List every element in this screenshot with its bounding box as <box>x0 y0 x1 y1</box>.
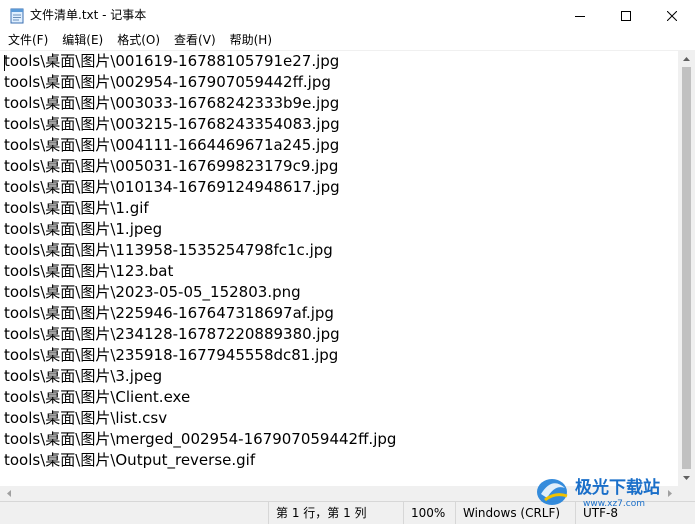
scroll-left-button[interactable] <box>0 486 17 501</box>
text-caret <box>4 55 5 71</box>
text-line: tools\桌面\图片\005031-167699823179c9.jpg <box>4 157 339 175</box>
text-line: tools\桌面\图片\Client.exe <box>4 388 191 406</box>
text-editor[interactable]: tools\桌面\图片\001619-16788105791e27.jpg to… <box>0 50 678 486</box>
text-line: tools\桌面\图片\113958-1535254798fc1c.jpg <box>4 241 333 259</box>
watermark-text: 极光下载站 <box>575 477 660 498</box>
maximize-icon <box>621 10 631 21</box>
vertical-scroll-thumb[interactable] <box>682 67 691 469</box>
text-line: tools\桌面\图片\003033-16768242333b9e.jpg <box>4 94 340 112</box>
text-line: tools\桌面\图片\010134-16769124948617.jpg <box>4 178 340 196</box>
text-line: tools\桌面\图片\235918-1677945558dc81.jpg <box>4 346 339 364</box>
watermark-url: www.xz7.com <box>583 499 645 509</box>
notepad-icon <box>10 8 24 24</box>
scroll-up-button[interactable] <box>678 50 695 67</box>
text-line: tools\桌面\图片\002954-167907059442ff.jpg <box>4 73 331 91</box>
menu-bar: 文件(F) 编辑(E) 格式(O) 查看(V) 帮助(H) <box>0 31 695 50</box>
text-line: tools\桌面\图片\3.jpeg <box>4 367 163 385</box>
close-button[interactable] <box>649 0 695 31</box>
title-bar[interactable]: 文件清单.txt - 记事本 <box>0 0 695 31</box>
text-line: tools\桌面\图片\123.bat <box>4 262 174 280</box>
text-line: tools\桌面\图片\004111-1664469671a245.jpg <box>4 136 340 154</box>
menu-format[interactable]: 格式(O) <box>110 31 167 50</box>
minimize-button[interactable] <box>557 0 603 31</box>
cursor-position: 第 1 行，第 1 列 <box>268 502 403 524</box>
watermark-graphic: 极光下载站 www.xz7.com <box>537 477 660 509</box>
close-icon <box>667 10 677 21</box>
text-line: tools\桌面\图片\225946-167647318697af.jpg <box>4 304 334 322</box>
text-line: tools\桌面\图片\1.gif <box>4 199 149 217</box>
menu-help[interactable]: 帮助(H) <box>223 31 279 50</box>
menu-edit[interactable]: 编辑(E) <box>55 31 110 50</box>
menu-view[interactable]: 查看(V) <box>167 31 223 50</box>
watermark-logo: 极光下载站 www.xz7.com <box>533 470 693 510</box>
text-line: tools\桌面\图片\234128-16787220889380.jpg <box>4 325 340 343</box>
maximize-button[interactable] <box>603 0 649 31</box>
text-line: tools\桌面\图片\merged_002954-167907059442ff… <box>4 430 397 448</box>
minimize-icon <box>575 15 585 17</box>
text-line: tools\桌面\图片\001619-16788105791e27.jpg <box>4 52 340 70</box>
text-line: tools\桌面\图片\Output_reverse.gif <box>4 451 256 469</box>
window-title: 文件清单.txt - 记事本 <box>30 8 147 22</box>
zoom-level: 100% <box>403 502 455 524</box>
text-line: tools\桌面\图片\list.csv <box>4 409 168 427</box>
arrow-left-icon <box>6 490 11 497</box>
editor-lines: tools\桌面\图片\001619-16788105791e27.jpg to… <box>0 51 678 471</box>
arrow-up-icon <box>683 56 690 61</box>
text-line: tools\桌面\图片\003215-16768243354083.jpg <box>4 115 340 133</box>
menu-file[interactable]: 文件(F) <box>0 31 55 50</box>
vertical-scrollbar[interactable] <box>678 50 695 486</box>
text-line: tools\桌面\图片\1.jpeg <box>4 220 163 238</box>
text-line: tools\桌面\图片\2023-05-05_152803.png <box>4 283 301 301</box>
